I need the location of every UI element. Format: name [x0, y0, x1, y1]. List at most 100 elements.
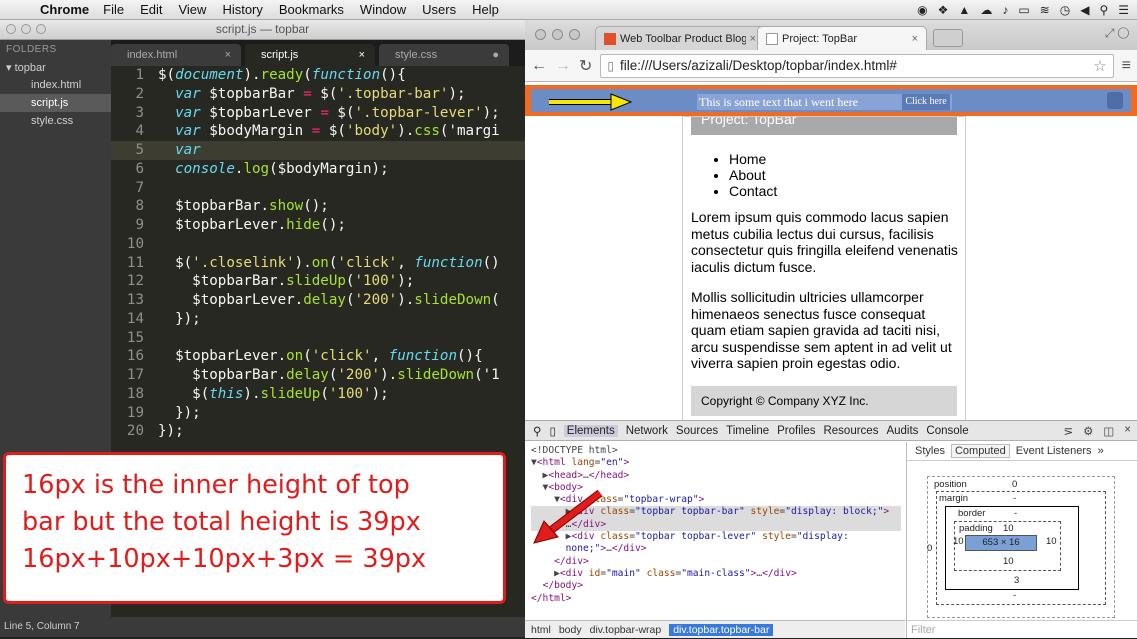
- reload-icon[interactable]: ↻: [579, 56, 592, 76]
- devtools-tab-network[interactable]: Network: [626, 425, 668, 437]
- dock-icon[interactable]: ◫: [1103, 424, 1114, 438]
- code-line[interactable]: 7: [111, 179, 525, 198]
- crumb-body[interactable]: body: [559, 624, 582, 636]
- close-window-button[interactable]: [535, 29, 546, 40]
- minimize-window-button[interactable]: [552, 29, 563, 40]
- content-box[interactable]: 653 × 16: [965, 535, 1037, 551]
- code-line[interactable]: 9 $topbarLever.hide();: [111, 216, 525, 235]
- menu-history[interactable]: History: [222, 2, 262, 17]
- zoom-window-button[interactable]: [569, 29, 580, 40]
- code-line[interactable]: 4 var $bodyMargin = $('body').css('margi: [111, 122, 525, 141]
- address-bar[interactable]: ▯ file:///Users/azizali/Desktop/topbar/i…: [600, 53, 1114, 78]
- menu-view[interactable]: View: [178, 2, 206, 17]
- bell-icon[interactable]: ♪: [1002, 3, 1008, 17]
- editor-tab-script-js[interactable]: script.js ×: [245, 44, 375, 66]
- tab-styles[interactable]: Styles: [915, 445, 945, 457]
- sidebar-file-script-js[interactable]: script.js: [0, 94, 111, 112]
- menu-edit[interactable]: Edit: [140, 2, 162, 17]
- sidebar-file-style-css[interactable]: style.css: [0, 112, 111, 130]
- spotlight-search-icon[interactable]: ⚲: [1099, 3, 1108, 17]
- chrome-menu-icon[interactable]: ≡: [1122, 57, 1131, 75]
- code-line[interactable]: 10: [111, 235, 525, 254]
- code-line[interactable]: 12 $topbarBar.slideUp('100');: [111, 272, 525, 291]
- devtools-tab-sources[interactable]: Sources: [676, 425, 718, 437]
- menubar-app-name[interactable]: Chrome: [40, 2, 89, 17]
- code-line[interactable]: 1 $(document).ready(function(){: [111, 66, 525, 85]
- devtools-tab-audits[interactable]: Audits: [886, 425, 918, 437]
- crumb-html[interactable]: html: [531, 624, 551, 636]
- code-line[interactable]: 8 $topbarBar.show();: [111, 197, 525, 216]
- nav-link-contact[interactable]: Contact: [729, 183, 965, 199]
- zoom-window-button[interactable]: [36, 24, 46, 34]
- close-tab-icon[interactable]: ×: [912, 33, 918, 45]
- search-icon[interactable]: ⚲: [533, 424, 541, 438]
- more-tabs-icon[interactable]: »: [1098, 445, 1104, 457]
- devtools-tab-resources[interactable]: Resources: [823, 425, 878, 437]
- dom-row[interactable]: ▶<div id="main" class="main-class">…</di…: [531, 568, 901, 580]
- battery-icon[interactable]: ▭: [1018, 3, 1029, 17]
- crumb-topbar-wrap[interactable]: div.topbar-wrap: [590, 624, 662, 636]
- menu-help[interactable]: Help: [472, 2, 499, 17]
- code-line[interactable]: 15: [111, 329, 525, 348]
- topbar-close-button[interactable]: [1107, 92, 1123, 109]
- dropbox-icon[interactable]: ❖: [938, 3, 949, 17]
- crumb-topbar-bar[interactable]: div.topbar.topbar-bar: [669, 623, 774, 636]
- code-line[interactable]: 6 console.log($bodyMargin);: [111, 160, 525, 179]
- back-icon[interactable]: ←: [531, 57, 547, 75]
- menu-window[interactable]: Window: [360, 2, 406, 17]
- nav-link-home[interactable]: Home: [729, 151, 965, 167]
- close-tab-icon[interactable]: ×: [359, 49, 365, 61]
- dom-row[interactable]: </div>: [531, 556, 901, 568]
- devtools-tab-profiles[interactable]: Profiles: [777, 425, 815, 437]
- sidebar-file-index-html[interactable]: index.html: [0, 76, 111, 94]
- devtools-tab-elements[interactable]: Elements: [563, 424, 618, 437]
- menu-bookmarks[interactable]: Bookmarks: [279, 2, 344, 17]
- editor-tab-index-html[interactable]: index.html ×: [111, 44, 241, 66]
- code-line[interactable]: 11 $('.closelink').on('click', function(…: [111, 254, 525, 273]
- code-line[interactable]: 18 $(this).slideUp('100');: [111, 385, 525, 404]
- settings-gear-icon[interactable]: ⚙: [1083, 424, 1093, 438]
- devtools-tab-console[interactable]: Console: [926, 425, 968, 437]
- forward-icon[interactable]: →: [555, 57, 571, 75]
- nav-link-about[interactable]: About: [729, 167, 965, 183]
- close-icon[interactable]: ×: [1124, 424, 1131, 438]
- code-line[interactable]: 5 var: [111, 141, 525, 160]
- cloud-icon[interactable]: ☁: [980, 3, 992, 17]
- close-tab-icon[interactable]: ×: [750, 33, 756, 45]
- dom-row[interactable]: <!DOCTYPE html>: [531, 445, 901, 457]
- bookmark-star-icon[interactable]: ☆: [1093, 57, 1106, 75]
- drive-icon[interactable]: ▲: [958, 3, 970, 17]
- clock-icon[interactable]: ◷: [1060, 3, 1070, 17]
- dom-row[interactable]: </html>: [531, 593, 901, 605]
- code-line[interactable]: 16 $topbarLever.on('click', function(){: [111, 347, 525, 366]
- browser-tab-blog[interactable]: Web Toolbar Product Blog ×: [595, 26, 765, 50]
- new-tab-button[interactable]: [933, 29, 963, 47]
- menu-users[interactable]: Users: [422, 2, 456, 17]
- code-line[interactable]: 19 });: [111, 404, 525, 423]
- tab-event-listeners[interactable]: Event Listeners: [1016, 445, 1092, 457]
- sidebar-folder-topbar[interactable]: ▾ topbar: [0, 59, 111, 76]
- modified-dot-icon[interactable]: ●: [492, 49, 499, 61]
- fullscreen-icon[interactable]: ⤢ ◯: [1105, 26, 1129, 41]
- dom-row[interactable]: </body>: [531, 580, 901, 592]
- devtools-tab-timeline[interactable]: Timeline: [726, 425, 769, 437]
- filter-input[interactable]: Filter: [907, 620, 1137, 638]
- dom-row[interactable]: ▶<head>…</head>: [531, 470, 901, 482]
- wifi-icon[interactable]: ≋: [1040, 3, 1050, 17]
- device-icon[interactable]: ▯: [549, 424, 555, 438]
- code-line[interactable]: 2 var $topbarBar = $('.topbar-bar');: [111, 85, 525, 104]
- close-tab-icon[interactable]: ×: [225, 49, 231, 61]
- volume-icon[interactable]: ◀: [1080, 3, 1089, 17]
- code-line[interactable]: 3 var $topbarLever = $('.topbar-lever');: [111, 104, 525, 123]
- record-icon[interactable]: ◉: [917, 3, 927, 17]
- console-drawer-icon[interactable]: ⋝: [1063, 424, 1073, 438]
- menu-file[interactable]: File: [103, 2, 124, 17]
- minimize-window-button[interactable]: [21, 24, 31, 34]
- topbar-click-here-link[interactable]: Click here: [902, 94, 950, 110]
- notification-center-icon[interactable]: ☰: [1118, 3, 1129, 17]
- close-window-button[interactable]: [6, 24, 16, 34]
- editor-tab-style-css[interactable]: style.css ●: [379, 44, 509, 66]
- code-line[interactable]: 14 });: [111, 310, 525, 329]
- dom-row[interactable]: ▼<html lang="en">: [531, 457, 901, 469]
- code-line[interactable]: 13 $topbarLever.delay('200').slideDown(: [111, 291, 525, 310]
